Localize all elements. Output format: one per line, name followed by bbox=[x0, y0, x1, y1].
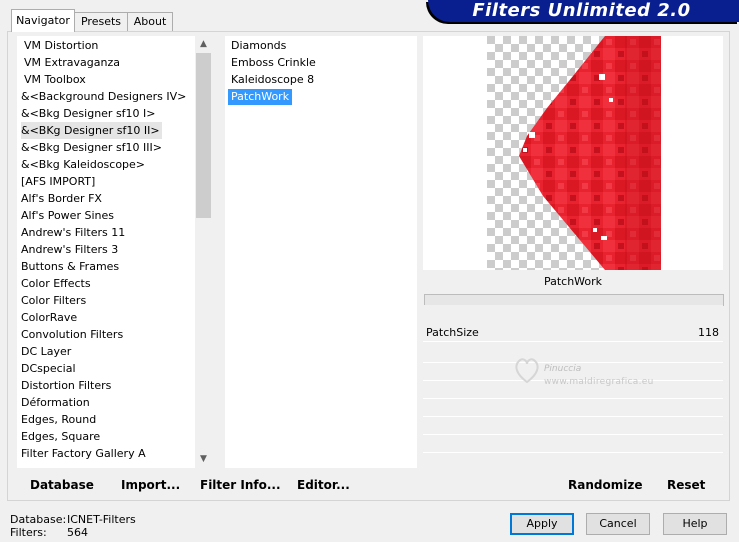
category-item[interactable]: DCspecial bbox=[21, 360, 76, 377]
app-title: Filters Unlimited 2.0 bbox=[472, 0, 691, 21]
category-item[interactable]: [AFS IMPORT] bbox=[21, 173, 95, 190]
help-button[interactable]: Help bbox=[663, 513, 727, 535]
category-item[interactable]: ColorRave bbox=[21, 309, 77, 326]
param-divider bbox=[423, 398, 723, 399]
scrollbar-thumb[interactable] bbox=[196, 53, 211, 218]
scroll-down-icon[interactable]: ▼ bbox=[195, 451, 212, 468]
filter-item[interactable]: Emboss Crinkle bbox=[228, 55, 319, 71]
category-item[interactable]: &<Background Designers IV> bbox=[21, 88, 186, 105]
param-divider bbox=[423, 416, 723, 417]
param-divider bbox=[423, 434, 723, 435]
filter-preview bbox=[423, 36, 723, 270]
category-item[interactable]: Color Filters bbox=[21, 292, 86, 309]
database-value: ICNET-Filters bbox=[67, 513, 136, 526]
category-list[interactable]: VM Distortion VM Extravaganza VM Toolbox… bbox=[17, 36, 195, 468]
category-item[interactable]: &<Bkg Designer sf10 I> bbox=[21, 105, 156, 122]
param-divider bbox=[423, 380, 723, 381]
parameter-area: PatchSize 118 bbox=[423, 305, 723, 468]
param-label: PatchSize bbox=[426, 326, 479, 339]
cancel-button[interactable]: Cancel bbox=[586, 513, 650, 535]
param-row-patchsize[interactable]: PatchSize 118 bbox=[423, 324, 723, 342]
database-button[interactable]: Database bbox=[30, 476, 94, 494]
param-divider bbox=[423, 362, 723, 363]
category-item[interactable]: VM Extravaganza bbox=[24, 54, 120, 71]
category-item[interactable]: Déformation bbox=[21, 394, 90, 411]
category-item[interactable]: &<Bkg Designer sf10 III> bbox=[21, 139, 162, 156]
category-item[interactable]: &<Bkg Kaleidoscope> bbox=[21, 156, 145, 173]
category-item[interactable]: Edges, Round bbox=[21, 411, 96, 428]
filter-item[interactable]: Kaleidoscope 8 bbox=[228, 72, 317, 88]
tab-presets[interactable]: Presets bbox=[74, 12, 128, 31]
scroll-up-icon[interactable]: ▲ bbox=[195, 36, 212, 53]
title-banner: Filters Unlimited 2.0 bbox=[428, 0, 739, 22]
category-item[interactable]: VM Distortion bbox=[24, 37, 98, 54]
category-item[interactable]: Andrew's Filters 11 bbox=[21, 224, 125, 241]
randomize-button[interactable]: Randomize bbox=[568, 476, 642, 494]
category-item[interactable]: Filter Factory Gallery A bbox=[21, 445, 146, 462]
category-item[interactable]: Distortion Filters bbox=[21, 377, 111, 394]
preview-image bbox=[487, 36, 661, 270]
apply-button[interactable]: Apply bbox=[510, 513, 574, 535]
filters-count-value: 564 bbox=[67, 526, 88, 539]
filter-info-button[interactable]: Filter Info... bbox=[200, 476, 281, 494]
tab-navigator[interactable]: Navigator bbox=[11, 9, 75, 32]
editor-button[interactable]: Editor... bbox=[297, 476, 350, 494]
category-item[interactable]: Color Effects bbox=[21, 275, 91, 292]
reset-button[interactable]: Reset bbox=[667, 476, 705, 494]
filter-item-selected[interactable]: PatchWork bbox=[228, 89, 293, 105]
category-item[interactable]: Convolution Filters bbox=[21, 326, 123, 343]
category-scrollbar[interactable]: ▲ ▼ bbox=[195, 36, 212, 468]
category-item[interactable]: DC Layer bbox=[21, 343, 71, 360]
category-item[interactable]: Andrew's Filters 3 bbox=[21, 241, 118, 258]
tab-about[interactable]: About bbox=[127, 12, 173, 31]
category-item[interactable]: Alf's Border FX bbox=[21, 190, 102, 207]
param-divider bbox=[423, 452, 723, 453]
filters-count-label: Filters: bbox=[10, 526, 47, 539]
category-item[interactable]: Edges, Square bbox=[21, 428, 100, 445]
category-item[interactable]: Alf's Power Sines bbox=[21, 207, 114, 224]
param-value: 118 bbox=[698, 326, 719, 339]
category-item[interactable]: Buttons & Frames bbox=[21, 258, 119, 275]
filter-list[interactable]: Diamonds Emboss Crinkle Kaleidoscope 8 P… bbox=[225, 36, 417, 468]
category-item-selected[interactable]: &<BKg Designer sf10 II> bbox=[21, 122, 162, 139]
filter-item[interactable]: Diamonds bbox=[228, 38, 289, 54]
import-button[interactable]: Import... bbox=[121, 476, 180, 494]
preview-filter-name: PatchWork bbox=[543, 275, 603, 288]
database-label: Database: bbox=[10, 513, 67, 526]
category-item[interactable]: VM Toolbox bbox=[24, 71, 86, 88]
